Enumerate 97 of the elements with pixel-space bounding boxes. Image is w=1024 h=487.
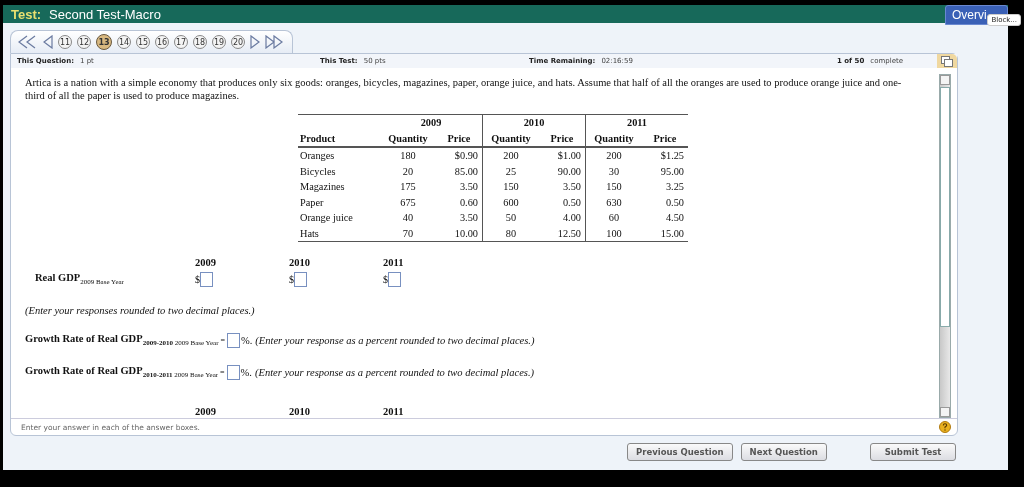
answer-box[interactable]: [227, 332, 240, 348]
table-cell: 180: [380, 147, 436, 164]
table-cell: 600: [482, 194, 539, 210]
year-label: 2011: [383, 406, 405, 417]
table-cell: 85.00: [436, 163, 483, 179]
instruction-text: (Enter your response as a percent rounded to two decimal places.): [255, 334, 535, 346]
year-header: 2010: [482, 114, 586, 131]
column-header: Product: [298, 130, 380, 147]
column-header: Price: [642, 130, 688, 147]
table-cell: 70: [380, 225, 436, 242]
test-label: Test:: [11, 6, 42, 22]
scroll-thumb[interactable]: [940, 87, 950, 327]
instruction-text: (Enter your response as a percent rounded to two decimal places.): [254, 366, 535, 378]
table-cell: 100: [585, 225, 642, 242]
year-header: 2009: [380, 114, 483, 131]
table-cell: 30: [585, 163, 642, 179]
table-cell-text: Orange juice: [299, 211, 354, 226]
question-number[interactable]: 17: [174, 35, 188, 49]
scroll-down-button[interactable]: [940, 407, 950, 417]
table-cell-text: 3.25: [664, 180, 685, 195]
year-label: 2009: [195, 406, 217, 417]
question-number[interactable]: 13: [96, 34, 112, 50]
question-number[interactable]: 19: [212, 35, 226, 49]
column-header: Quantity: [482, 130, 539, 147]
test-title: Second Test-Macro: [49, 6, 161, 22]
scrollbar[interactable]: [939, 74, 951, 418]
table-cell-text: Paper: [299, 195, 325, 210]
window-icon[interactable]: [937, 54, 957, 68]
table-cell: 3.50: [436, 179, 483, 195]
column-header: Price: [539, 130, 586, 147]
table-cell: 4.00: [539, 210, 586, 226]
table-cell: $1.25: [642, 147, 688, 164]
table-cell: 0.60: [436, 194, 483, 210]
instruction-text: (Enter your responses rounded to two decimal places.): [25, 305, 256, 316]
column-header: Quantity: [585, 130, 642, 147]
table-cell-text: 675: [399, 195, 417, 210]
table-cell: 60: [585, 210, 642, 226]
column-header: Quantity: [380, 130, 436, 147]
percent-sign: %.: [241, 334, 253, 346]
table-cell: 12.50: [539, 225, 586, 242]
year-label: 2009: [195, 257, 217, 268]
help-icon[interactable]: [939, 421, 951, 433]
scroll-up-button[interactable]: [940, 75, 950, 85]
question-text: Artica is a nation with a simple economy that produces only six goods: oranges, bicycles, magazines, paper, orange juice, and hats. Assume that half of all the oranges are used to produce orange juice and one-third of all the paper is used to produce magazines.: [25, 76, 903, 102]
question-button[interactable]: Next Question: [740, 443, 827, 461]
answer-box[interactable]: [226, 364, 240, 380]
table-cell: 3.50: [436, 210, 483, 226]
year-label: 2010: [289, 257, 311, 268]
percent-sign: %.: [240, 366, 252, 378]
question-number[interactable]: 14: [117, 35, 131, 49]
question-number[interactable]: 16: [155, 35, 169, 49]
table-cell: 90.00: [539, 163, 586, 179]
currency-sign: $: [195, 274, 200, 285]
table-cell: Hats: [298, 225, 380, 242]
table-cell: 3.50: [539, 179, 586, 195]
table-cell: 10.00: [436, 225, 483, 242]
answer-box[interactable]: [388, 272, 401, 287]
table-cell: 25: [482, 163, 539, 179]
table-cell: $0.90: [436, 147, 483, 164]
equals-sign: =: [220, 367, 225, 377]
table-cell: 200: [585, 147, 642, 164]
answer-box[interactable]: [200, 272, 213, 287]
equals-sign: =: [220, 335, 225, 345]
question-number[interactable]: 18: [193, 35, 207, 49]
question-number[interactable]: 20: [231, 35, 245, 49]
column-header: Price: [436, 130, 483, 147]
table-cell-text: Bicycles: [299, 164, 337, 179]
table-cell: 630: [585, 194, 642, 210]
table-cell-text: 4.50: [664, 211, 685, 226]
year-label: 2010: [289, 406, 311, 417]
year-header: 2011: [585, 114, 688, 131]
table-cell-text: 20: [401, 164, 415, 179]
table-cell: $1.00: [539, 147, 586, 164]
table-cell: 0.50: [539, 194, 586, 210]
currency-sign: $: [289, 274, 294, 285]
table-cell-text: 95.00: [659, 164, 685, 179]
answer-box[interactable]: [294, 272, 307, 287]
question-button[interactable]: Previous Question: [627, 443, 733, 461]
table-cell: 50: [482, 210, 539, 226]
table-cell-text: 0.50: [664, 195, 685, 210]
right-arrow-icon[interactable]: [249, 35, 261, 49]
submit-button[interactable]: Submit Test: [870, 443, 956, 461]
year-label: 2011: [383, 257, 405, 268]
table-cell: 150: [585, 179, 642, 195]
question-number[interactable]: 11: [58, 35, 72, 49]
table-cell: 200: [482, 147, 539, 164]
table-cell-text: Magazines: [299, 180, 346, 195]
table-cell: Oranges: [298, 147, 380, 164]
table-cell: 15.00: [642, 225, 688, 242]
question-number[interactable]: 12: [77, 35, 91, 49]
table-cell-text: 40: [401, 211, 415, 226]
question-number[interactable]: 15: [136, 35, 150, 49]
left-arrow-icon[interactable]: [42, 35, 54, 49]
currency-sign: $: [383, 274, 388, 285]
table-cell-text: 175: [399, 180, 417, 195]
table-cell: 150: [482, 179, 539, 195]
table-cell: 80: [482, 225, 539, 242]
